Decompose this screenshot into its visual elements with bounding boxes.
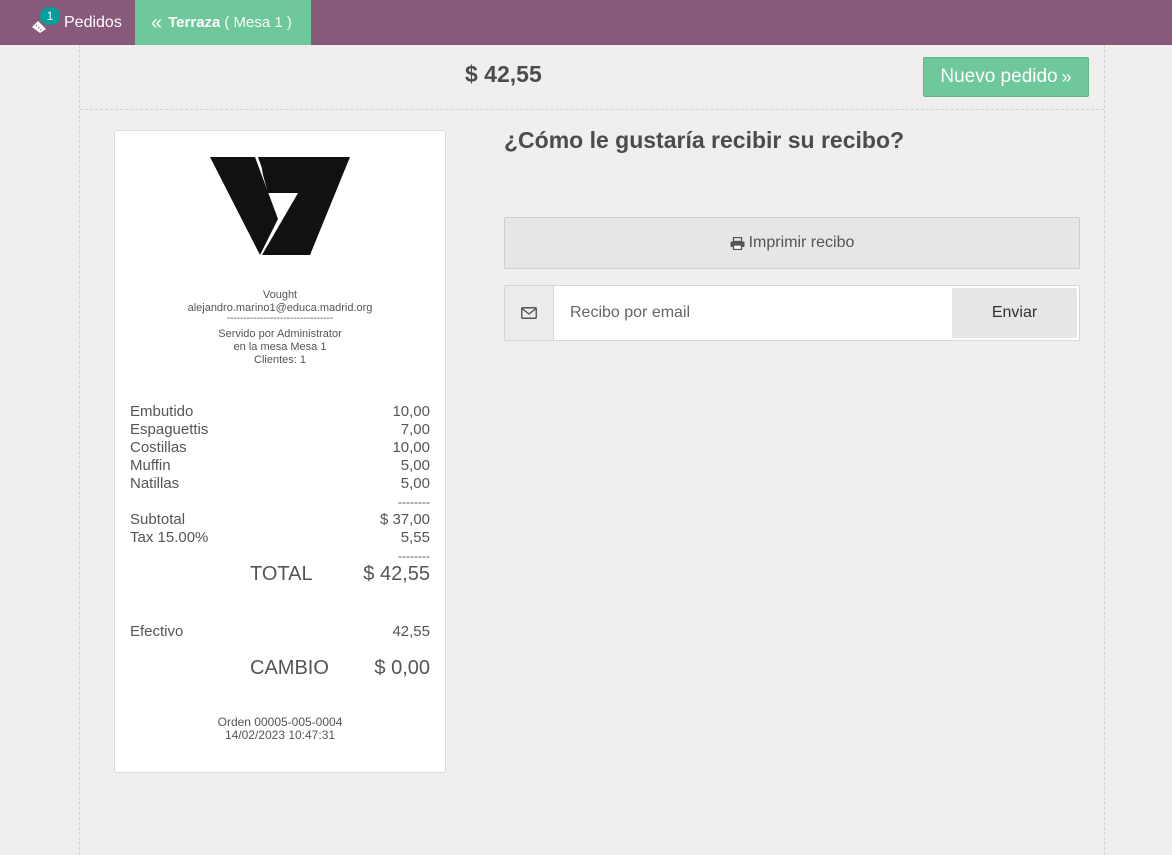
receipt-dash: -------- — [398, 549, 430, 563]
email-input[interactable] — [555, 286, 950, 340]
line-price: 5,00 — [400, 457, 430, 474]
receipt-line: Espaguettis 7,00 — [130, 421, 430, 439]
double-chevron-left-icon: « — [151, 11, 163, 34]
order-total: $ 42,55 — [465, 61, 542, 87]
double-chevron-right-icon: » — [1061, 66, 1072, 87]
receipt-dash: -------- — [398, 495, 430, 509]
email-icon-box — [505, 286, 554, 340]
receipt-table: en la mesa Mesa 1 — [233, 341, 327, 353]
tax-label: Tax 15.00% — [130, 529, 209, 546]
send-email-button[interactable]: Enviar — [952, 288, 1077, 338]
total-value: $ 42,55 — [363, 563, 430, 585]
line-name: Natillas — [130, 475, 180, 492]
orders-label: Pedidos — [64, 13, 122, 31]
receipt-company: Vought — [262, 289, 298, 301]
receipt-question: ¿Cómo le gustaría recibir su recibo? — [504, 127, 905, 153]
table-label: ( Mesa 1 ) — [224, 14, 292, 31]
line-price: 5,00 — [400, 475, 430, 492]
receipt-tax: Tax 15.00% 5,55 — [130, 529, 430, 547]
orders-button[interactable]: 1 Pedidos — [28, 0, 122, 45]
print-receipt-label: Imprimir recibo — [748, 234, 855, 251]
receipt-datetime: 14/02/2023 10:47:31 — [224, 728, 336, 742]
total-label: TOTAL — [250, 563, 313, 585]
line-price: 10,00 — [392, 439, 430, 456]
receipt-payment: Efectivo 42,55 — [130, 623, 430, 641]
payment-label: Efectivo — [130, 623, 184, 640]
payment-value: 42,55 — [392, 623, 430, 640]
line-name: Costillas — [130, 439, 187, 456]
receipt-line: Natillas 5,00 — [130, 475, 430, 493]
print-receipt-button[interactable]: Imprimir recibo — [504, 217, 1080, 269]
email-receipt-row: Enviar — [504, 285, 1080, 341]
receipt-preview: Vought alejandro.marino1@educa.madrid.or… — [114, 130, 446, 773]
receipt-line: Embutido 10,00 — [130, 403, 430, 421]
line-name: Embutido — [130, 403, 194, 420]
receipt-line: Costillas 10,00 — [130, 439, 430, 457]
receipt-served-by: Servido por Administrator — [218, 328, 342, 340]
next-order-label: Nuevo pedido — [940, 66, 1058, 87]
top-bar: 1 Pedidos « Terraza ( Mesa 1 ) — [0, 0, 1172, 45]
orders-count-badge: 1 — [40, 6, 60, 25]
subtotal-label: Subtotal — [130, 511, 186, 528]
tax-value: 5,55 — [400, 529, 430, 546]
change-value: $ 0,00 — [374, 657, 430, 679]
change-label: CAMBIO — [250, 657, 329, 679]
subtotal-value: $ 37,00 — [379, 511, 430, 528]
line-name: Espaguettis — [130, 421, 209, 438]
ticket-icon: 1 — [28, 6, 60, 33]
receipt-separator: -------------------------------- — [226, 313, 334, 324]
floor-name: Terraza — [168, 14, 221, 31]
receipt-line: Muffin 5,00 — [130, 457, 430, 475]
line-price: 10,00 — [392, 403, 430, 420]
receipt-header: $ 42,55 Nuevo pedido » — [80, 45, 1104, 110]
envelope-icon — [521, 307, 537, 319]
print-icon — [730, 236, 745, 250]
line-name: Muffin — [130, 457, 171, 474]
line-price: 7,00 — [400, 421, 430, 438]
next-order-button[interactable]: Nuevo pedido » — [923, 57, 1089, 97]
back-to-floor-button[interactable]: « Terraza ( Mesa 1 ) — [135, 0, 311, 45]
receipt-guests: Clientes: 1 — [254, 354, 306, 366]
company-logo — [210, 157, 350, 255]
receipt-subtotal: Subtotal $ 37,00 — [130, 511, 430, 529]
